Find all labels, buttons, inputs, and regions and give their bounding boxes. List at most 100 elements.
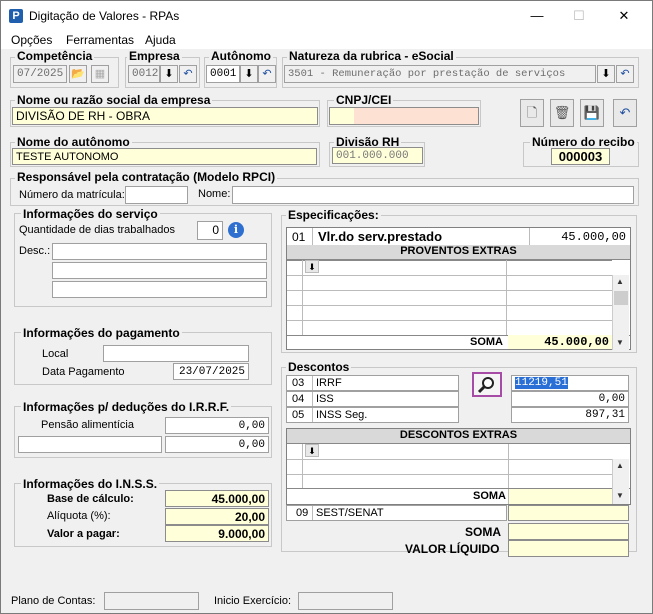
matricula-field[interactable] <box>125 186 188 204</box>
recibo-label: Número do recibo <box>530 135 637 149</box>
divider <box>302 444 303 488</box>
descontos-label: Descontos <box>286 360 352 374</box>
divider <box>302 260 303 335</box>
divider <box>529 228 530 245</box>
scroll-thumb[interactable] <box>614 291 628 305</box>
desc-line-1[interactable] <box>52 243 267 260</box>
divider <box>287 474 612 475</box>
pensao-field[interactable]: 0,00 <box>165 417 269 434</box>
undo-icon[interactable]: ↶ <box>179 65 197 83</box>
iss-value-field[interactable]: 0,00 <box>511 391 629 407</box>
minimize-button[interactable]: — <box>514 1 560 31</box>
dias-label: Quantidade de dias trabalhados <box>19 224 175 236</box>
autonomo-field[interactable]: 0001 <box>206 65 240 83</box>
inicio-exercicio-field <box>298 592 393 610</box>
total-soma-label: SOMA <box>465 525 501 539</box>
save-icon[interactable]: 💾 <box>580 99 604 127</box>
nome-label: Nome: <box>198 188 231 200</box>
empresa-nome-field[interactable]: DIVISÃO DE RH - OBRA <box>12 107 318 125</box>
divider <box>506 260 507 335</box>
undo-icon[interactable]: ↶ <box>616 65 634 83</box>
competencia-field[interactable]: 07/2025 <box>13 65 67 83</box>
especificacoes-grid: 01 Vlr.do serv.prestado 45.000,00 PROVEN… <box>286 227 631 350</box>
menu-opcoes[interactable]: Opções <box>11 33 52 47</box>
inicio-exercicio-label: Inicio Exercício: <box>214 595 292 607</box>
new-document-icon[interactable]: 🗋 <box>520 99 544 127</box>
local-field[interactable] <box>103 345 249 362</box>
desconto-code: 05 <box>292 409 305 421</box>
scroll-down-icon[interactable]: ▼ <box>616 491 624 500</box>
desc-line-3[interactable] <box>52 281 267 298</box>
desconto-name: ISS <box>316 393 334 405</box>
desconto-row-irrf: 03 IRRF <box>286 375 459 391</box>
divider <box>287 290 612 291</box>
status-bar: Plano de Contas: Inicio Exercício: <box>1 591 652 613</box>
divider <box>312 228 313 245</box>
deducao-outro-label-field[interactable] <box>18 436 162 453</box>
scroll-up-icon[interactable]: ▲ <box>616 277 624 286</box>
close-button[interactable]: ✕ <box>601 1 647 31</box>
scroll-down-icon[interactable]: ▼ <box>616 338 624 347</box>
desconto-row-inss: 05 INSS Seg. <box>286 407 459 423</box>
download-arrow-icon[interactable]: ⬇ <box>160 65 178 83</box>
aliquota-label: Alíquota (%): <box>47 510 111 522</box>
search-button[interactable] <box>472 372 502 397</box>
download-arrow-icon[interactable]: ⬇ <box>597 65 615 83</box>
grid-icon[interactable]: ▦ <box>91 65 109 83</box>
menu-ajuda[interactable]: Ajuda <box>145 33 176 47</box>
empresa-field[interactable]: 0012 <box>128 65 160 83</box>
autonomo-label: Autônomo <box>209 49 273 63</box>
pensao-label: Pensão alimentícia <box>41 419 134 431</box>
data-pagamento-field[interactable]: 23/07/2025 <box>173 363 249 380</box>
app-icon: P <box>9 9 23 23</box>
dias-field[interactable]: 0 <box>197 221 223 240</box>
descontos-soma-value <box>509 489 612 504</box>
inss-seg-value-field[interactable]: 897,31 <box>511 407 629 423</box>
sest-senat-row: 09 SEST/SENAT <box>286 505 507 521</box>
dropdown-icon[interactable]: ⬇ <box>305 444 319 457</box>
inss-label: Informações do I.N.S.S. <box>21 477 160 491</box>
base-calculo-label: Base de cálculo: <box>47 493 134 505</box>
rpa-window: P Digitação de Valores - RPAs — ☐ ✕ Opçõ… <box>0 0 653 614</box>
recibo-field: 000003 <box>551 148 610 165</box>
delete-icon[interactable]: 🗑 <box>550 99 574 127</box>
scroll-up-icon[interactable]: ▲ <box>616 461 624 470</box>
desc-label: Desc.: <box>19 245 51 257</box>
dropdown-icon[interactable]: ⬇ <box>305 260 319 273</box>
divisao-rh-field[interactable]: 001.000.000 <box>332 147 423 164</box>
irrf-deducoes-label: Informações p/ deduções do I.R.R.F. <box>21 400 232 414</box>
sest-value-field[interactable] <box>508 505 629 521</box>
menu-ferramentas[interactable]: Ferramentas <box>66 33 134 47</box>
title-bar: P Digitação de Valores - RPAs — ☐ ✕ <box>1 1 652 31</box>
irrf-value-selected: 11219,51 <box>515 377 568 389</box>
descontos-scrollbar[interactable]: ▲ ▼ <box>612 459 629 504</box>
autonomo-nome-field[interactable]: TESTE AUTONOMO <box>12 148 317 165</box>
nome-field[interactable] <box>232 186 634 204</box>
natureza-label: Natureza da rubrica - eSocial <box>287 49 456 63</box>
servico-label: Informações do serviço <box>21 207 160 221</box>
folder-icon[interactable]: 📂 <box>69 65 87 83</box>
desconto-name: INSS Seg. <box>316 409 368 421</box>
cnpj-field[interactable] <box>329 107 479 125</box>
empresa-nome-label: Nome ou razão social da empresa <box>15 93 213 107</box>
cnpj-redacted-area <box>354 108 478 124</box>
descontos-extras-grid: DESCONTOS EXTRAS ⬇ ▲ ▼ SOMA <box>286 428 631 505</box>
desconto-name: IRRF <box>316 377 342 389</box>
valor-pagar-field: 9.000,00 <box>165 525 269 542</box>
proventos-scrollbar[interactable]: ▲ ▼ <box>612 275 629 350</box>
local-label: Local <box>42 348 69 360</box>
divider <box>287 459 612 460</box>
irrf-value-field[interactable]: 11219,51 <box>511 375 629 391</box>
aliquota-field: 20,00 <box>165 508 269 525</box>
magnifier-icon <box>477 377 494 394</box>
undo-icon[interactable]: ↶ <box>613 99 637 127</box>
deducao-outro-field[interactable]: 0,00 <box>165 436 269 453</box>
info-icon[interactable]: i <box>228 222 244 238</box>
undo-icon[interactable]: ↶ <box>258 65 276 83</box>
natureza-field[interactable]: 3501 - Remuneração por prestação de serv… <box>284 65 596 83</box>
valor-pagar-label: Valor a pagar: <box>47 528 120 540</box>
download-arrow-icon[interactable]: ⬇ <box>240 65 258 83</box>
valor-liquido-value <box>508 540 629 557</box>
maximize-button[interactable]: ☐ <box>556 1 602 31</box>
desc-line-2[interactable] <box>52 262 267 279</box>
